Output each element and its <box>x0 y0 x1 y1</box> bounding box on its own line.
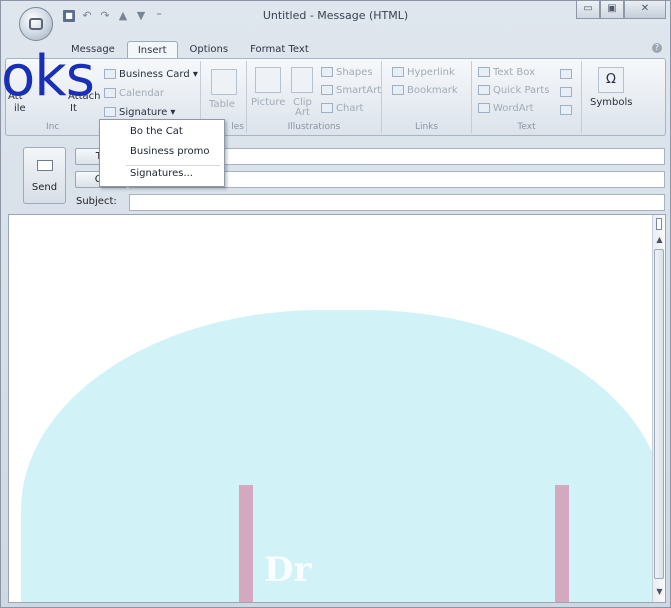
maximize-button[interactable]: ▣ <box>600 1 624 19</box>
wordart-icon <box>478 103 490 113</box>
business-card-button[interactable]: Business Card ▾ <box>104 69 198 80</box>
help-icon[interactable]: ? <box>652 43 662 53</box>
subject-field[interactable] <box>129 194 665 211</box>
symbols-button[interactable]: Symbols <box>590 97 632 108</box>
text-box-button[interactable]: Text Box <box>478 67 535 78</box>
smartart-icon <box>321 85 333 95</box>
group-links: Hyperlink Bookmark Links <box>382 61 472 133</box>
smartart-label: SmartArt <box>336 85 382 96</box>
scroll-up-icon[interactable]: ▲ <box>655 235 664 244</box>
watermark-text: Dr <box>264 550 312 590</box>
clip-art-icon <box>291 67 313 93</box>
menu-item-signatures[interactable]: Signatures... <box>100 165 224 183</box>
ribbon-tabs: Message Insert Options Format Text <box>61 41 319 59</box>
vertical-scrollbar[interactable]: ▲ ▼ <box>652 215 665 602</box>
drop-cap-icon[interactable] <box>560 69 572 79</box>
bookmark-icon <box>392 85 404 95</box>
message-body[interactable]: Dr ▲ ▼ <box>8 214 666 603</box>
wordart-label: WordArt <box>493 103 534 114</box>
tab-format-text[interactable]: Format Text <box>240 41 319 59</box>
bookmark-label: Bookmark <box>407 85 458 96</box>
picture-button[interactable]: Picture <box>251 97 285 108</box>
group-symbols: Ω Symbols <box>582 61 642 133</box>
shapes-icon <box>321 67 333 77</box>
quick-parts-button[interactable]: Quick Parts <box>478 85 549 96</box>
message-window: ■ ↶ ↷ ▲ ▼ ⁼ Untitled - Message (HTML) ▭ … <box>0 0 671 608</box>
scroll-down-icon[interactable]: ▼ <box>655 587 664 596</box>
wordart-button[interactable]: WordArt <box>478 103 534 114</box>
menu-item-bo-the-cat[interactable]: Bo the Cat <box>100 123 224 141</box>
window-title: Untitled - Message (HTML) <box>262 9 409 22</box>
chart-label: Chart <box>336 103 364 114</box>
links-group-label: Links <box>414 122 439 132</box>
clip-art-label-2: Art <box>295 107 310 118</box>
table-icon <box>211 69 237 95</box>
signature-icon <box>104 107 116 117</box>
hyperlink-icon <box>392 67 404 77</box>
window-controls: ▭ ▣ ✕ <box>576 1 666 19</box>
text-box-icon <box>478 67 490 77</box>
picture-icon <box>255 67 281 93</box>
signature-label: Signature ▾ <box>119 107 176 118</box>
send-button[interactable]: Send <box>23 147 66 204</box>
hyperlink-label: Hyperlink <box>407 67 455 78</box>
shapes-label: Shapes <box>336 67 373 78</box>
tab-insert[interactable]: Insert <box>126 41 178 59</box>
tables-group-label: les <box>231 122 244 132</box>
symbol-icon: Ω <box>598 67 624 93</box>
text-group-label: Text <box>517 122 536 132</box>
close-button[interactable]: ✕ <box>624 1 666 19</box>
ruler-toggle-icon[interactable] <box>656 218 662 230</box>
title-bar: ■ ↶ ↷ ▲ ▼ ⁼ Untitled - Message (HTML) ▭ … <box>1 1 670 41</box>
send-label: Send <box>31 182 58 193</box>
group-text: Text Box Quick Parts WordArt Text <box>472 61 582 133</box>
tab-options[interactable]: Options <box>180 41 239 59</box>
smartart-button[interactable]: SmartArt <box>321 85 381 96</box>
calendar-icon <box>104 88 116 98</box>
business-card-label: Business Card ▾ <box>119 69 198 80</box>
shapes-button[interactable]: Shapes <box>321 67 373 78</box>
calendar-button[interactable]: Calendar <box>104 88 164 99</box>
chart-button[interactable]: Chart <box>321 103 363 114</box>
overlay-text: oks <box>1 44 95 109</box>
hyperlink-button[interactable]: Hyperlink <box>392 67 455 78</box>
send-icon <box>37 160 53 171</box>
chart-icon <box>321 103 333 113</box>
signature-button[interactable]: Signature ▾ <box>104 107 175 118</box>
menu-item-business-promo[interactable]: Business promo <box>100 143 224 161</box>
signature-dropdown-menu: Bo the Cat Business promo Signatures... <box>99 119 225 187</box>
date-time-icon[interactable] <box>560 87 572 97</box>
subject-label: Subject: <box>76 196 117 207</box>
object-icon[interactable] <box>560 105 572 115</box>
minimize-button[interactable]: ▭ <box>576 1 600 19</box>
include-group-label: Inc <box>46 122 60 132</box>
group-illustrations: Picture Clip Art Shapes SmartArt Chart I… <box>247 61 382 133</box>
bookmark-button[interactable]: Bookmark <box>392 85 458 96</box>
scroll-thumb[interactable] <box>654 249 664 579</box>
text-box-label: Text Box <box>493 67 535 78</box>
calendar-label: Calendar <box>119 88 164 99</box>
illustrations-group-label: Illustrations <box>287 122 341 132</box>
quick-parts-icon <box>478 85 490 95</box>
table-button[interactable]: Table <box>209 99 235 110</box>
quick-parts-label: Quick Parts <box>493 85 550 96</box>
business-card-icon <box>104 69 116 79</box>
